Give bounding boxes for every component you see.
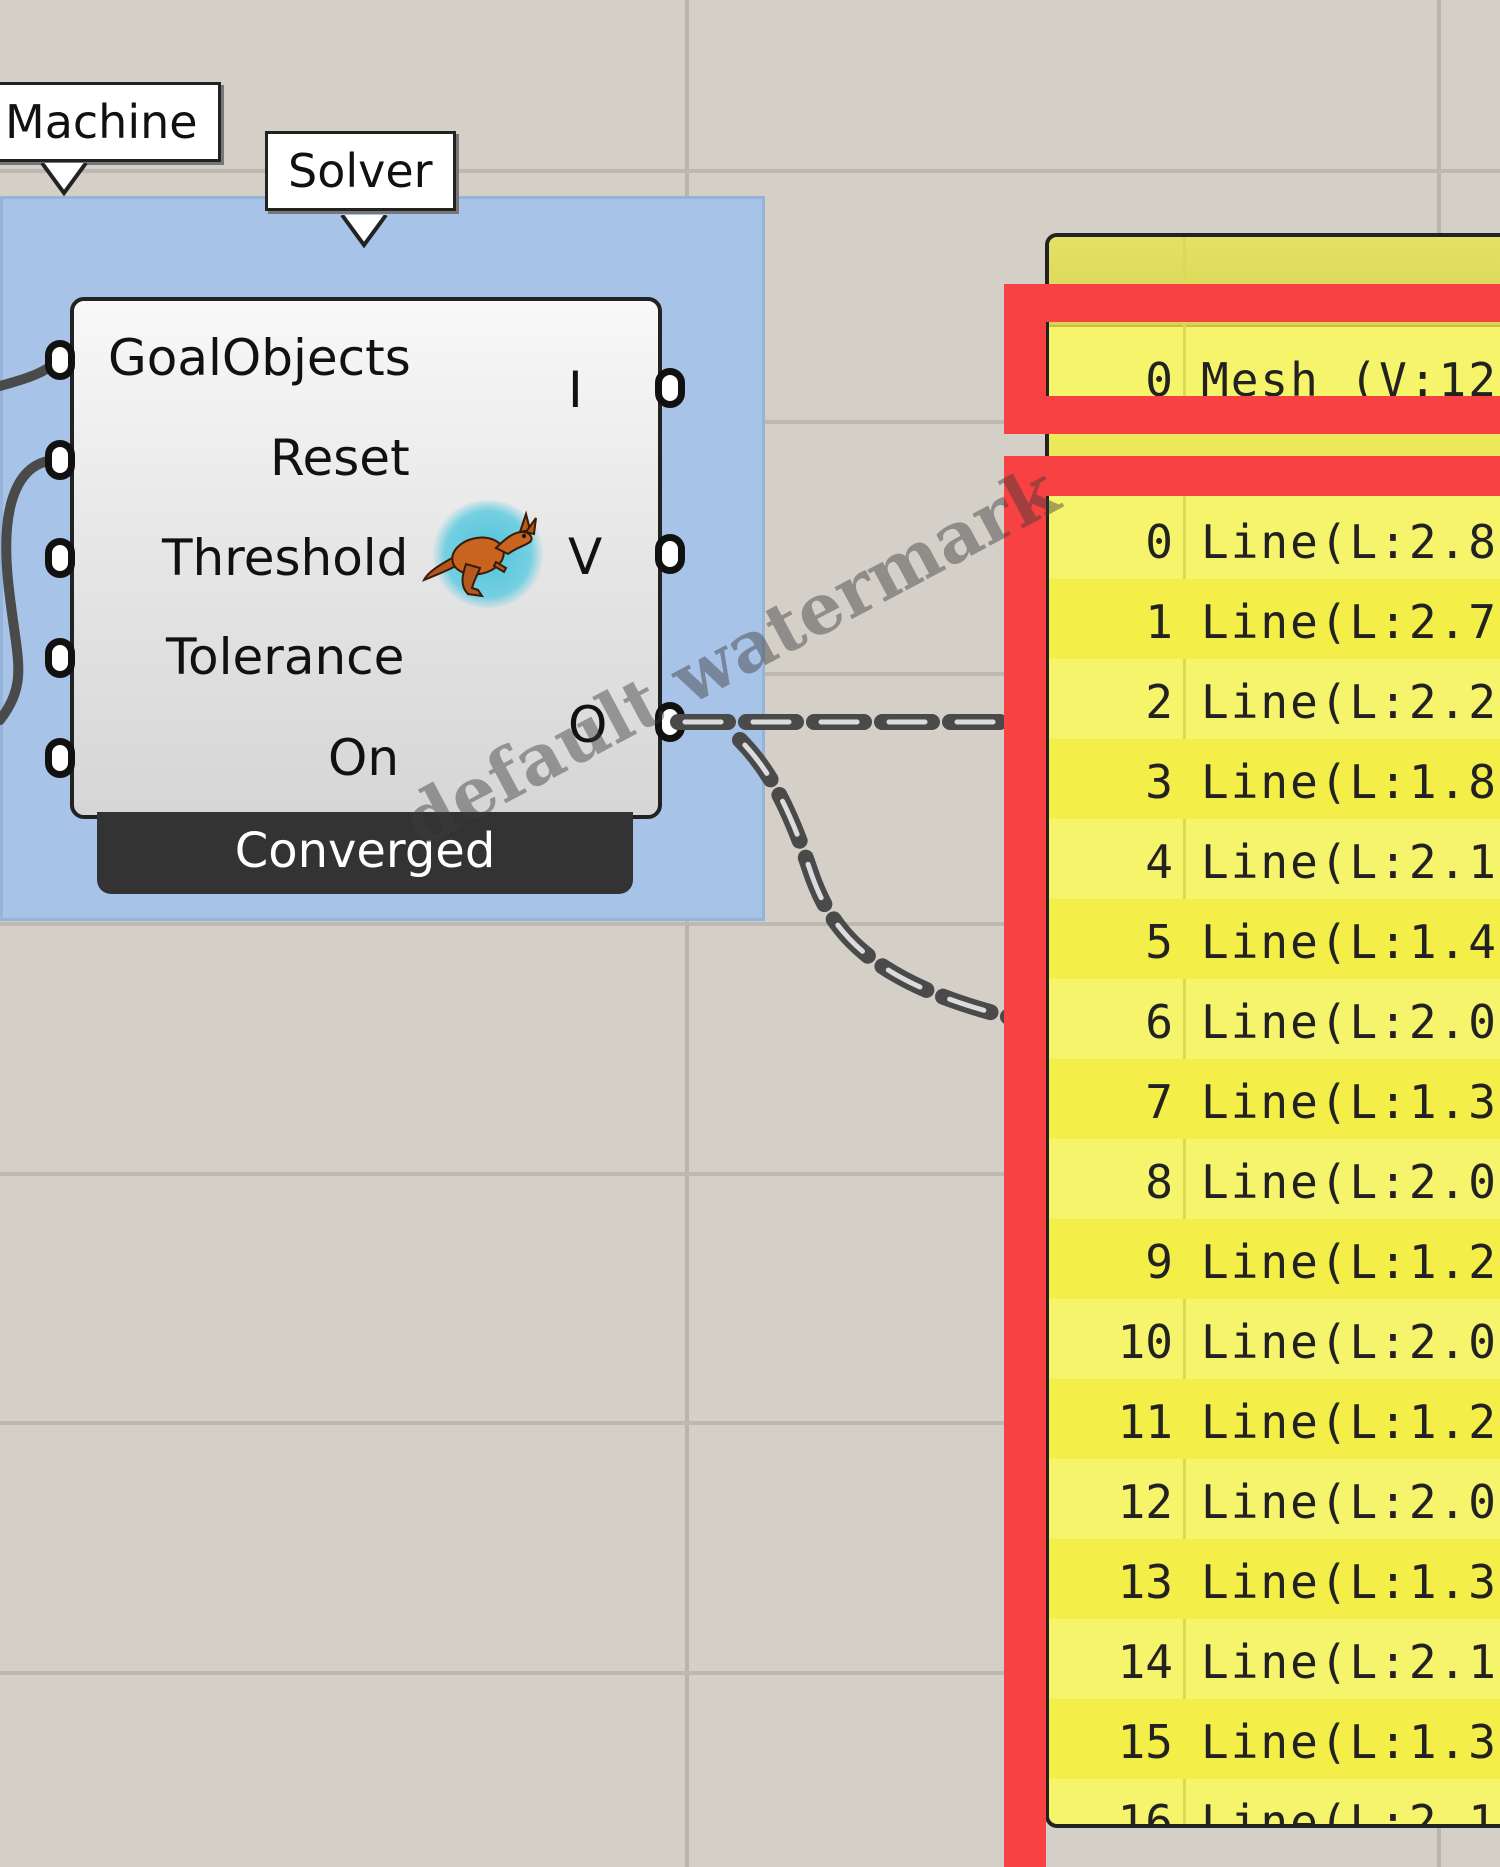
row-value: Line(L:1.2 [1201, 1235, 1498, 1289]
row-index: 11 [1117, 1395, 1173, 1449]
row-value: Line(L:2.1 [1201, 1635, 1498, 1689]
input-label-tolerance: Tolerance [166, 628, 405, 686]
row-value: Line(L:2.1 [1201, 835, 1498, 889]
output-label-v: V [568, 528, 603, 586]
input-port-reset[interactable] [45, 440, 75, 480]
grid-line [0, 169, 1500, 173]
table-row: 0 Line(L:2.8 [1049, 499, 1500, 579]
row-index: 9 [1145, 1235, 1173, 1289]
table-row: 10 Line(L:2.0 [1049, 1299, 1500, 1379]
row-index: 10 [1117, 1315, 1173, 1369]
row-value: Line(L:2.1 [1201, 1795, 1498, 1828]
table-row: 1 Line(L:2.7 [1049, 579, 1500, 659]
row-value: Line(L:1.3 [1201, 1555, 1498, 1609]
table-row: 6 Line(L:2.0 [1049, 979, 1500, 1059]
row-value: Line(L:1.2 [1201, 1395, 1498, 1449]
input-port-goalobjects[interactable] [45, 340, 75, 380]
input-label-reset: Reset [270, 429, 410, 487]
table-row: 13 Line(L:1.3 [1049, 1539, 1500, 1619]
table-row: 5 Line(L:1.4 [1049, 899, 1500, 979]
row-index: 6 [1145, 995, 1173, 1049]
highlight-box-lines [1004, 456, 1500, 496]
solver-tag-pointer [340, 215, 388, 249]
table-row: 3 Line(L:1.8 [1049, 739, 1500, 819]
row-index: 4 [1145, 835, 1173, 889]
input-label-on: On [328, 729, 400, 787]
highlight-box-lines [1004, 456, 1046, 1867]
table-row: 15 Line(L:1.3 [1049, 1699, 1500, 1779]
row-index: 3 [1145, 755, 1173, 809]
output-label-i: I [568, 361, 583, 419]
machine-tag: Machine [0, 82, 221, 162]
row-value: Line(L:2.0 [1201, 1475, 1498, 1529]
table-row: 2 Line(L:2.2 [1049, 659, 1500, 739]
row-value: Line(L:2.8 [1201, 515, 1498, 569]
row-index: 13 [1117, 1555, 1173, 1609]
highlight-box-mesh [1004, 284, 1500, 322]
table-row: 11 Line(L:1.2 [1049, 1379, 1500, 1459]
table-row: 9 Line(L:1.2 [1049, 1219, 1500, 1299]
component-footer: Converged [97, 812, 633, 894]
row-index: 5 [1145, 915, 1173, 969]
row-value: Line(L:1.4 [1201, 915, 1498, 969]
row-value: Line(L:2.0 [1201, 1315, 1498, 1369]
table-row: 12 Line(L:2.0 [1049, 1459, 1500, 1539]
input-port-on[interactable] [45, 738, 75, 778]
table-row: 8 Line(L:2.0 [1049, 1139, 1500, 1219]
row-value: Line(L:1.8 [1201, 755, 1498, 809]
input-port-threshold[interactable] [45, 538, 75, 578]
highlight-box-mesh [1004, 396, 1500, 434]
row-value: Line(L:2.7 [1201, 595, 1498, 649]
row-index: 15 [1117, 1715, 1173, 1769]
row-value: Line(L:1.3 [1201, 1715, 1498, 1769]
input-label-goalobjects: GoalObjects [108, 329, 411, 387]
table-row: 16 Line(L:2.1 [1049, 1779, 1500, 1828]
solver-tag: Solver [265, 131, 456, 211]
input-label-threshold: Threshold [162, 529, 409, 587]
row-index: 2 [1145, 675, 1173, 729]
row-value: Line(L:2.0 [1201, 1155, 1498, 1209]
table-row: 14 Line(L:2.1 [1049, 1619, 1500, 1699]
row-value: Line(L:2.0 [1201, 995, 1498, 1049]
row-index: 12 [1117, 1475, 1173, 1529]
row-value: Line(L:2.2 [1201, 675, 1498, 729]
row-index: 16 [1117, 1795, 1173, 1828]
row-index: 14 [1117, 1635, 1173, 1689]
table-row: 7 Line(L:1.3 [1049, 1059, 1500, 1139]
input-port-tolerance[interactable] [45, 638, 75, 678]
output-wires [670, 714, 1050, 1033]
row-index: 8 [1145, 1155, 1173, 1209]
output-port-i[interactable] [655, 368, 685, 408]
machine-tag-pointer [40, 163, 88, 197]
output-port-v[interactable] [655, 534, 685, 574]
row-index: 1 [1145, 595, 1173, 649]
row-value: Line(L:1.3 [1201, 1075, 1498, 1129]
table-row: 4 Line(L:2.1 [1049, 819, 1500, 899]
kangaroo-icon [422, 510, 537, 598]
row-index: 7 [1145, 1075, 1173, 1129]
